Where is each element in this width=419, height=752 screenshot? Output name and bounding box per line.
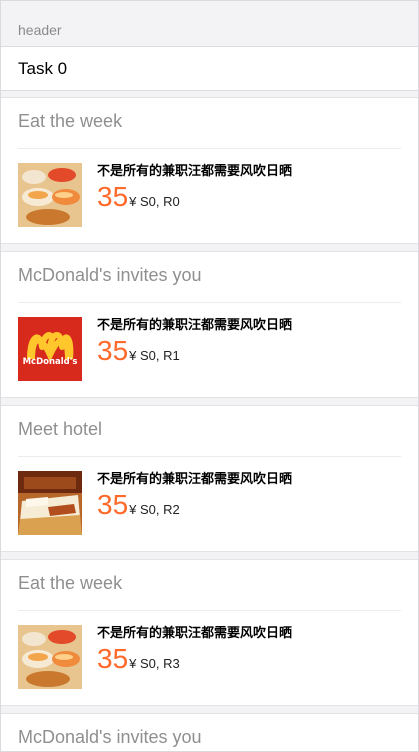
job-card[interactable]: McDonald's invites you McDonald's 不是所有的兼… xyxy=(1,251,418,398)
price-suffix: ¥ S0, R2 xyxy=(129,502,180,517)
card-title: McDonald's invites you xyxy=(18,252,401,303)
card-info: 不是所有的兼职汪都需要风吹日晒 35¥ S0, R2 xyxy=(97,471,292,551)
price-value: 35 xyxy=(97,335,129,366)
logo-text: McDonald's xyxy=(23,357,78,367)
page-header: header xyxy=(1,1,418,47)
card-title: Meet hotel xyxy=(18,406,401,457)
card-info: 不是所有的兼职汪都需要风吹日晒 35¥ S0, R0 xyxy=(97,163,292,243)
card-body: McDonald's 不是所有的兼职汪都需要风吹日晒 35¥ S0, R1 xyxy=(1,303,418,397)
price-line: 35¥ S0, R0 xyxy=(97,183,292,211)
app-frame: header Task 0 Eat the week 不是所有的兼职汪都需要风吹… xyxy=(0,0,419,752)
job-card[interactable]: Meet hotel 不是所有的兼职汪都需要风吹日晒 35¥ S0, R2 xyxy=(1,405,418,552)
price-suffix: ¥ S0, R0 xyxy=(129,194,180,209)
card-body: 不是所有的兼职汪都需要风吹日晒 35¥ S0, R2 xyxy=(1,457,418,551)
price-value: 35 xyxy=(97,181,129,212)
sushi-image xyxy=(18,625,82,689)
card-title: McDonald's invites you xyxy=(18,727,202,747)
price-suffix: ¥ S0, R3 xyxy=(129,656,180,671)
card-body: 不是所有的兼职汪都需要风吹日晒 35¥ S0, R3 xyxy=(1,611,418,705)
card-info: 不是所有的兼职汪都需要风吹日晒 35¥ S0, R3 xyxy=(97,625,292,705)
task-row[interactable]: Task 0 xyxy=(1,47,418,91)
card-title: Eat the week xyxy=(18,560,401,611)
card-body: 不是所有的兼职汪都需要风吹日晒 35¥ S0, R0 xyxy=(1,149,418,243)
header-title: header xyxy=(18,22,62,38)
price-line: 35¥ S0, R1 xyxy=(97,337,292,365)
job-card[interactable]: Eat the week 不是所有的兼职汪都需要风吹日晒 35¥ S0, R0 xyxy=(1,97,418,244)
price-suffix: ¥ S0, R1 xyxy=(129,348,180,363)
card-description: 不是所有的兼职汪都需要风吹日晒 xyxy=(97,471,293,486)
mcdonalds-logo: McDonald's xyxy=(18,317,82,381)
card-info: 不是所有的兼职汪都需要风吹日晒 35¥ S0, R1 xyxy=(97,317,292,397)
card-description: 不是所有的兼职汪都需要风吹日晒 xyxy=(97,625,293,640)
card-title: Eat the week xyxy=(18,98,401,149)
price-value: 35 xyxy=(97,489,129,520)
hotel-room-image xyxy=(18,471,82,535)
price-line: 35¥ S0, R3 xyxy=(97,645,292,673)
sushi-image xyxy=(18,163,82,227)
task-label: Task 0 xyxy=(18,59,68,78)
price-value: 35 xyxy=(97,643,129,674)
card-description: 不是所有的兼职汪都需要风吹日晒 xyxy=(97,163,293,178)
card-description: 不是所有的兼职汪都需要风吹日晒 xyxy=(97,317,293,332)
job-card[interactable]: Eat the week 不是所有的兼职汪都需要风吹日晒 35¥ S0, R3 xyxy=(1,559,418,706)
price-line: 35¥ S0, R2 xyxy=(97,491,292,519)
job-card[interactable]: McDonald's invites you xyxy=(1,713,418,751)
